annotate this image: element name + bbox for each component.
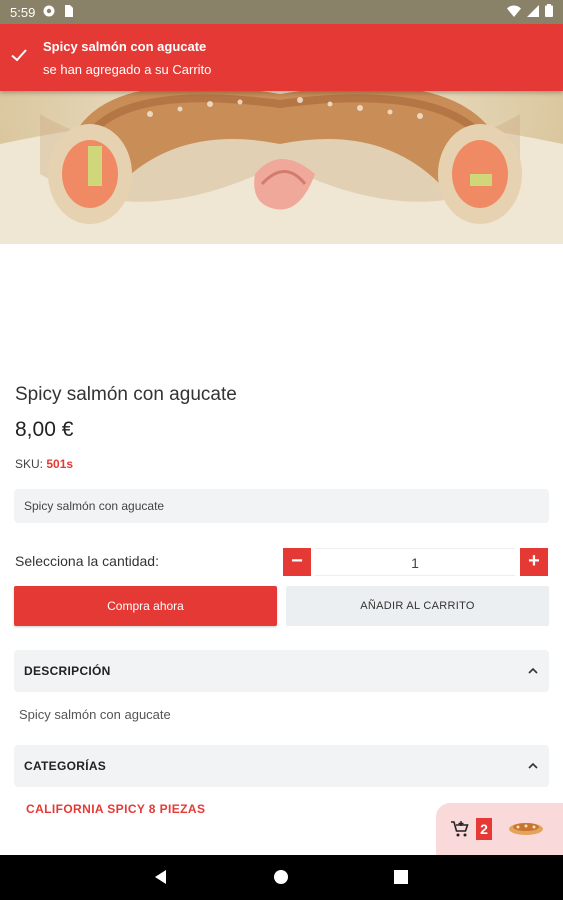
description-accordion[interactable]: DESCRIPCIÓN (14, 650, 549, 692)
toast-title: Spicy salmón con agucate (43, 39, 207, 54)
quantity-input[interactable]: 1 (315, 548, 515, 576)
sku-row: SKU: 501s (15, 457, 73, 471)
signal-icon (527, 4, 539, 20)
check-icon (11, 49, 27, 62)
sim-icon (63, 4, 74, 20)
sushi-logo-icon (509, 823, 543, 835)
add-to-cart-button[interactable]: AÑADIR AL CARRITO (286, 586, 549, 626)
floating-cart[interactable]: 2 (436, 803, 563, 855)
status-right (507, 4, 553, 20)
cart-count-badge: 2 (476, 818, 492, 840)
sku-value: 501s (46, 457, 74, 471)
chevron-up-icon (528, 762, 538, 769)
product-title: Spicy salmón con agucate (15, 384, 237, 405)
status-left: 5:59 (10, 4, 74, 20)
recents-icon[interactable] (392, 868, 410, 886)
variant-selector[interactable]: Spicy salmón con agucate (14, 489, 549, 523)
buy-now-button[interactable]: Compra ahora (14, 586, 277, 626)
battery-icon (545, 4, 553, 20)
cart-icon (451, 821, 469, 837)
quantity-label: Selecciona la cantidad: (15, 553, 159, 569)
navigation-bar (0, 855, 563, 900)
categories-accordion[interactable]: CATEGORÍAS (14, 745, 549, 787)
quantity-increase-button[interactable]: + (520, 548, 548, 576)
chrome-icon (43, 5, 55, 20)
status-time: 5:59 (10, 4, 36, 20)
home-icon[interactable] (272, 868, 290, 886)
sku-label: SKU: (15, 457, 44, 471)
category-link[interactable]: CALIFORNIA SPICY 8 PIEZAS (26, 802, 205, 816)
toast-message: se han agregado a su Carrito (43, 62, 212, 77)
product-price: 8,00 € (15, 418, 74, 441)
status-bar: 5:59 (0, 0, 563, 24)
back-icon[interactable] (152, 868, 170, 886)
wifi-icon (507, 5, 521, 20)
added-to-cart-toast: Spicy salmón con agucate se han agregado… (0, 24, 563, 91)
chevron-up-icon (528, 667, 538, 674)
description-text: Spicy salmón con agucate (19, 707, 171, 722)
description-header: DESCRIPCIÓN (24, 664, 111, 678)
categories-header: CATEGORÍAS (24, 759, 107, 773)
quantity-decrease-button[interactable]: − (283, 548, 311, 576)
